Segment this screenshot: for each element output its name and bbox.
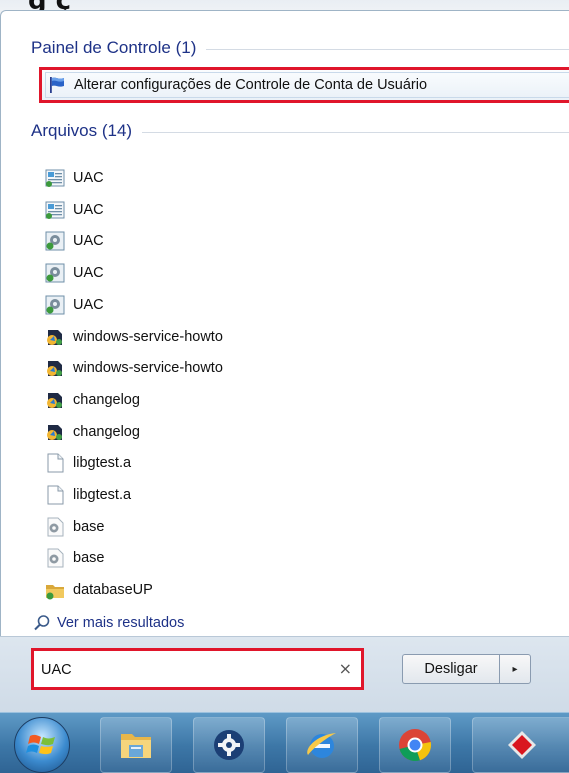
settings-file-icon <box>45 295 65 315</box>
shutdown-options-arrow-icon[interactable]: ▸ <box>499 654 531 684</box>
search-input[interactable] <box>39 656 323 684</box>
file-result-item[interactable]: libgtest.a <box>45 448 131 478</box>
uac-settings-result[interactable]: Alterar configurações de Controle de Con… <box>39 67 569 103</box>
control-panel-group-header[interactable]: Painel de Controle (1) <box>31 35 569 61</box>
file-result-label: UAC <box>73 233 104 250</box>
file-explorer-taskbar-button[interactable] <box>100 717 172 773</box>
file-result-item[interactable]: UAC <box>45 226 104 256</box>
gear-file-icon <box>47 517 64 537</box>
file-result-item[interactable]: databaseUP <box>45 575 153 605</box>
media-file-icon <box>47 361 62 377</box>
document-icon <box>45 201 65 219</box>
search-box[interactable]: × <box>31 648 364 690</box>
file-result-item[interactable]: UAC <box>45 290 104 320</box>
red-app-icon <box>507 731 536 759</box>
file-result-item[interactable]: windows-service-howto <box>45 353 223 383</box>
file-result-item[interactable]: UAC <box>45 258 104 288</box>
file-result-label: UAC <box>73 170 104 186</box>
settings-file-icon <box>45 231 65 251</box>
file-result-label: UAC <box>73 201 104 218</box>
files-group-title: Arquivos (14) <box>31 121 133 140</box>
file-result-label: changelog <box>73 423 140 440</box>
file-result-item[interactable]: windows-service-howto <box>45 322 223 352</box>
shutdown-button[interactable]: Desligar <box>402 654 499 684</box>
file-result-label: UAC <box>73 296 104 313</box>
uac-settings-label: Alterar configurações de Controle de Con… <box>74 77 428 93</box>
file-result-item[interactable]: base <box>45 543 104 573</box>
file-result-label: libgtest.a <box>73 487 132 503</box>
document-icon <box>45 169 65 187</box>
file-result-label: libgtest.a <box>73 455 132 472</box>
windows-logo-icon <box>26 734 55 755</box>
chrome-taskbar-button[interactable] <box>379 717 451 773</box>
media-file-icon <box>47 392 62 408</box>
file-result-item[interactable]: libgtest.a <box>45 480 131 510</box>
taskbar <box>0 712 569 773</box>
red-app-taskbar-button[interactable] <box>472 717 569 773</box>
file-result-item[interactable]: changelog <box>45 417 140 447</box>
blank-file-icon <box>47 485 64 505</box>
chrome-icon <box>399 729 432 762</box>
ie-taskbar-button[interactable] <box>286 717 358 773</box>
media-file-icon <box>47 329 62 345</box>
file-result-label: UAC <box>73 265 104 282</box>
clear-search-icon[interactable]: × <box>339 660 352 678</box>
file-result-item[interactable]: UAC <box>45 163 104 193</box>
ie-icon <box>307 733 336 758</box>
blank-file-icon <box>47 453 64 473</box>
media-file-icon <box>47 424 62 440</box>
group-divider <box>142 131 569 133</box>
settings-file-icon <box>45 263 65 283</box>
control-panel-group-title: Painel de Controle (1) <box>31 38 197 57</box>
file-result-item[interactable]: UAC <box>45 195 104 225</box>
uac-flag-icon <box>50 77 64 93</box>
files-group-header[interactable]: Arquivos (14) <box>31 118 569 144</box>
start-orb[interactable] <box>14 717 70 773</box>
search-icon <box>34 615 50 631</box>
file-result-item[interactable]: base <box>45 512 104 542</box>
file-result-item[interactable]: changelog <box>45 385 140 415</box>
group-divider <box>206 48 569 50</box>
file-result-label: windows-service-howto <box>73 360 223 377</box>
start-menu-panel: Painel de Controle (1) Alterar configura… <box>0 10 569 713</box>
see-more-results-label: Ver mais resultados <box>57 615 185 631</box>
file-explorer-icon <box>121 734 151 758</box>
see-more-results-link[interactable]: Ver mais resultados <box>33 608 184 638</box>
shutdown-group: Desligar ▸ <box>402 654 531 684</box>
database-folder-icon <box>46 585 64 600</box>
file-result-label: changelog <box>73 391 140 408</box>
file-result-label: databaseUP <box>73 582 153 599</box>
file-result-label: base <box>73 550 105 567</box>
file-result-label: windows-service-howto <box>73 328 223 345</box>
file-result-label: base <box>73 518 105 535</box>
gear-file-icon <box>47 548 64 568</box>
settings-gear-icon <box>214 730 244 760</box>
settings-taskbar-button[interactable] <box>193 717 265 773</box>
